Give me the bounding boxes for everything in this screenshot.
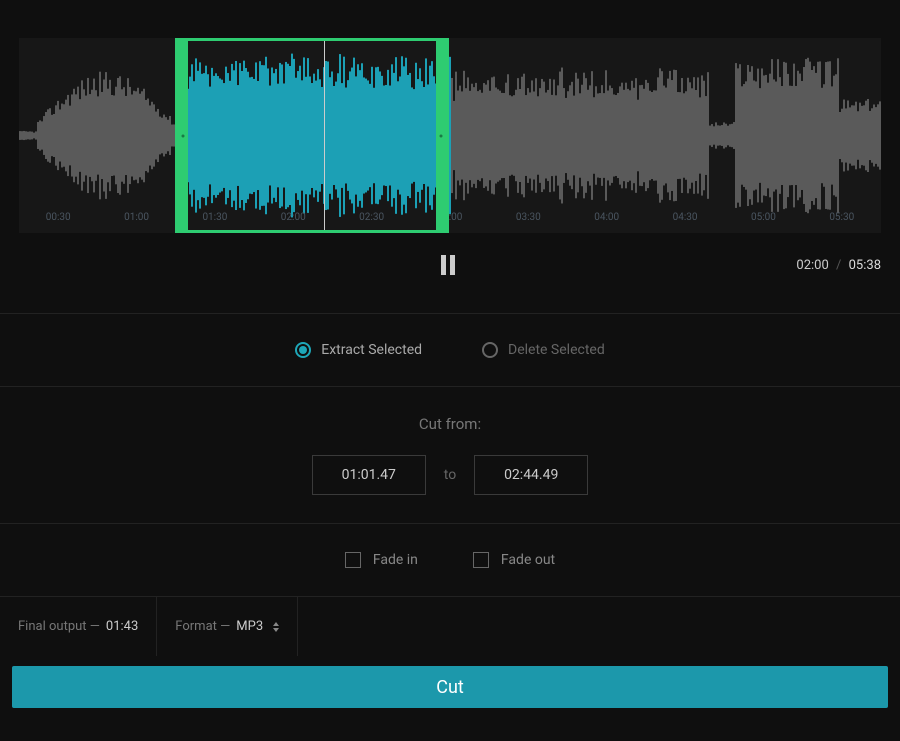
chevron-sort-icon (273, 622, 279, 632)
checkbox-icon (345, 552, 361, 568)
radio-off-icon (482, 342, 498, 358)
pause-button[interactable] (441, 255, 459, 275)
delete-label: Delete Selected (508, 342, 605, 358)
fade-in-label: Fade in (373, 552, 418, 568)
format-value: MP3 (236, 619, 263, 634)
fade-out-label: Fade out (501, 552, 555, 568)
fade-out-checkbox[interactable]: Fade out (473, 552, 555, 568)
pause-icon (441, 255, 446, 275)
extract-label: Extract Selected (321, 342, 422, 358)
cut-from-title: Cut from: (0, 415, 900, 433)
cut-to-label: to (444, 467, 456, 483)
format-label: Format — (175, 619, 230, 634)
cut-to-input[interactable] (474, 455, 588, 495)
cut-button[interactable]: Cut (12, 666, 888, 708)
waveform-display[interactable]: 00:3001:0001:3002:0002:3003:0003:3004:00… (19, 38, 881, 233)
final-output-label: Final output — (18, 619, 100, 634)
fade-in-checkbox[interactable]: Fade in (345, 552, 418, 568)
time-readout: 02:00 / 05:38 (796, 258, 881, 273)
cut-from-input[interactable] (312, 455, 426, 495)
extract-selected-radio[interactable]: Extract Selected (295, 342, 422, 358)
final-output-cell: Final output — 01:43 (0, 597, 157, 656)
checkbox-icon (473, 552, 489, 568)
delete-selected-radio[interactable]: Delete Selected (482, 342, 605, 358)
total-time: 05:38 (849, 258, 881, 273)
final-output-value: 01:43 (106, 619, 138, 634)
cut-button-label: Cut (436, 677, 464, 698)
format-select[interactable]: Format — MP3 (157, 597, 298, 656)
pause-icon (450, 255, 455, 275)
current-time: 02:00 (796, 258, 828, 273)
radio-on-icon (295, 342, 311, 358)
